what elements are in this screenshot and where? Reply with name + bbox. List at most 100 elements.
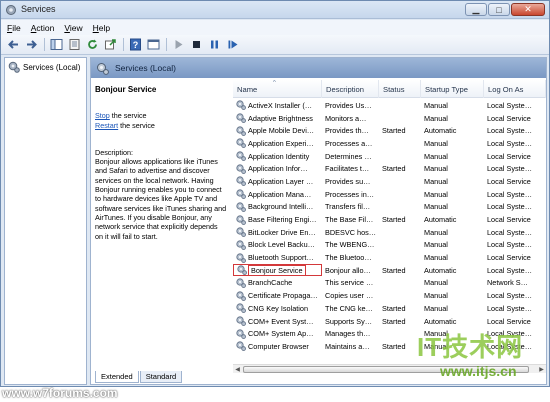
restart-service-button[interactable] [225, 37, 240, 52]
start-service-button[interactable] [171, 37, 186, 52]
table-body: ActiveX Installer (… Provides Us… Manual Lo… [233, 99, 546, 353]
table-row[interactable]: BranchCache This service … Manual Network S… [233, 277, 546, 290]
table-row-selected[interactable]: Bonjour Service Bonjour allo… Started Autom… [233, 264, 546, 277]
back-button[interactable] [6, 37, 21, 52]
console-button[interactable] [146, 37, 161, 52]
column-header-startup-type[interactable]: Startup Type [421, 80, 484, 98]
service-gear-icon [236, 126, 246, 136]
cell-startup-type: Manual [424, 164, 448, 174]
table-row[interactable]: Bluetooth Support… The Bluetoo… Manual Loca… [233, 251, 546, 264]
export-icon [105, 39, 116, 50]
table-row[interactable]: Application Infor… Facilitates t… Started M… [233, 162, 546, 175]
cell-status: Started [382, 341, 406, 351]
table-row[interactable]: Adaptive Brightness Monitors a… Manual Loca… [233, 112, 546, 125]
pause-service-button[interactable] [207, 37, 222, 52]
cell-status: Started [382, 316, 406, 326]
cell-startup-type: Manual [424, 176, 448, 186]
table-row[interactable]: BitLocker Drive En… BDESVC hos… Manual Loca… [233, 226, 546, 239]
column-header-status[interactable]: Status [379, 80, 421, 98]
table-row[interactable]: Application Experi… Processes a… Manual Loc… [233, 137, 546, 150]
cell-startup-type: Automatic [424, 126, 457, 136]
service-gear-icon [236, 202, 246, 212]
stop-service-link[interactable]: Stop [95, 111, 110, 120]
table-row[interactable]: Application Identity Determines … Manual Lo… [233, 150, 546, 163]
table-row[interactable]: Apple Mobile Devi… Provides th… Started Aut… [233, 124, 546, 137]
show-tree-button[interactable] [49, 37, 64, 52]
service-gear-icon [236, 240, 246, 250]
menu-action[interactable]: Action [31, 23, 55, 33]
cell-log-on-as: Local Syste… [487, 227, 533, 237]
menu-file[interactable]: File [7, 23, 21, 33]
table-row[interactable]: Background Intelli… Transfers fil… Manual L… [233, 201, 546, 214]
service-gear-icon [236, 316, 246, 326]
menu-help[interactable]: Help [93, 23, 110, 33]
cell-log-on-as: Local Syste… [487, 291, 533, 301]
title-bar[interactable]: Services ▁ □ ✕ [1, 1, 549, 19]
service-name: COM+ Event Syst… [248, 316, 314, 326]
table-row[interactable]: Certificate Propaga… Copies user … Manual L… [233, 289, 546, 302]
service-gear-icon [236, 303, 246, 314]
table-row[interactable]: CNG Key Isolation The CNG ke… Started Manua… [233, 302, 546, 315]
cell-log-on-as: Local Service [487, 253, 531, 263]
service-gear-icon [236, 138, 246, 149]
stop-service-button[interactable] [189, 37, 204, 52]
selected-service-title: Bonjour Service [95, 85, 157, 94]
cell-status: Started [382, 265, 406, 275]
cell-startup-type: Manual [424, 278, 448, 288]
refresh-button[interactable] [85, 37, 100, 52]
restart-service-link[interactable]: Restart [95, 121, 118, 130]
service-name: Adaptive Brightness [248, 113, 313, 123]
table-row[interactable]: ActiveX Installer (… Provides Us… Manual Lo… [233, 99, 546, 112]
cell-description: Facilitates t… [325, 164, 370, 174]
cell-status: Started [382, 164, 406, 174]
help-button[interactable]: ? [128, 37, 143, 52]
cell-startup-type: Manual [424, 253, 448, 263]
cell-log-on-as: Network S… [487, 278, 528, 288]
cell-startup-type: Manual [424, 202, 448, 212]
cell-name: Adaptive Brightness [233, 113, 322, 123]
properties-button[interactable] [67, 37, 82, 52]
cell-description: Provides th… [325, 126, 369, 136]
column-header-description[interactable]: Description [322, 80, 379, 98]
table-row[interactable]: Application Layer … Provides su… Manual Loc… [233, 175, 546, 188]
cell-log-on-as: Local Syste… [487, 202, 533, 212]
maximize-button[interactable]: □ [488, 3, 510, 16]
service-gear-icon [236, 164, 246, 174]
tab-extended[interactable]: Extended [95, 371, 139, 383]
cell-name: COM+ Event Syst… [233, 316, 322, 326]
cell-name: Application Identity [233, 151, 322, 161]
restart-link-suffix: the service [118, 120, 155, 130]
services-icon [97, 62, 109, 75]
column-header-log-on-as[interactable]: Log On As [484, 80, 546, 98]
header-label: Status [383, 85, 405, 94]
table-row[interactable]: COM+ Event Syst… Supports Sy… Started Autom… [233, 315, 546, 328]
column-header-name[interactable]: ^ Name [233, 80, 322, 98]
pause-icon [211, 40, 218, 49]
cell-name: Application Infor… [233, 164, 322, 174]
cell-description: Maintains a… [325, 341, 370, 351]
menu-view[interactable]: View [64, 23, 82, 33]
maximize-icon: □ [496, 4, 502, 15]
service-gear-icon [236, 252, 246, 263]
cell-description: Processes a… [325, 138, 373, 148]
minimize-button[interactable]: ▁ [465, 3, 487, 16]
service-gear-icon [236, 227, 246, 238]
toolbar-separator [44, 38, 45, 51]
close-button[interactable]: ✕ [511, 3, 545, 16]
cell-name: Computer Browser [233, 341, 322, 352]
scroll-left-icon[interactable]: ◀ [233, 365, 242, 374]
service-name: Application Mana… [248, 189, 312, 199]
export-button[interactable] [103, 37, 118, 52]
cell-startup-type: Manual [424, 113, 448, 123]
table-row[interactable]: Application Mana… Processes in… Manual Loca… [233, 188, 546, 201]
cell-description: This service … [325, 278, 374, 288]
scroll-right-icon[interactable]: ▶ [537, 365, 546, 374]
window-title: Services [21, 4, 56, 14]
tab-standard[interactable]: Standard [139, 371, 183, 383]
tree-item-services-local[interactable]: Services (Local) [8, 61, 80, 73]
table-row[interactable]: Base Filtering Engi… The Base Fil… Started… [233, 213, 546, 226]
cell-description: Copies user … [325, 291, 374, 301]
forward-button[interactable] [24, 37, 39, 52]
menu-bar: File Action View Help [1, 20, 549, 35]
table-row[interactable]: Block Level Backu… The WBENG… Manual Local … [233, 239, 546, 252]
